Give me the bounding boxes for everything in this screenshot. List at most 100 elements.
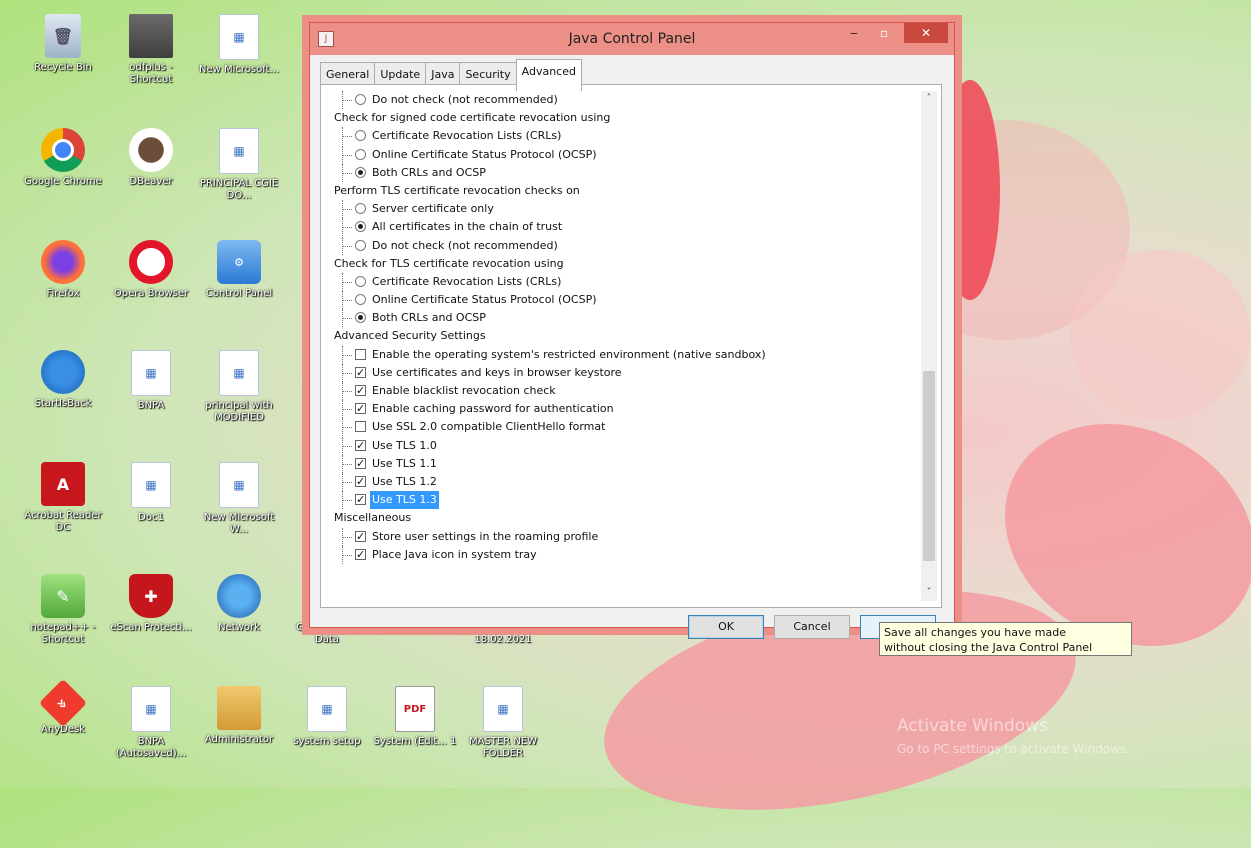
desktop-icon-label: DBeaver <box>129 176 173 187</box>
desktop-icon[interactable]: Network <box>196 574 282 634</box>
desktop-icon[interactable]: ▦ PRINCIPAL CGIE DO... <box>196 128 282 202</box>
desktop-icon[interactable]: ▦ system setup <box>284 686 370 748</box>
desktop-icon[interactable]: odfplus - Shortcut <box>108 14 194 86</box>
checkbox-option[interactable]: ✓ Use certificates and keys in browser ke… <box>332 363 912 382</box>
radio-button[interactable] <box>355 312 366 324</box>
desktop-icon[interactable]: DBeaver <box>108 128 194 188</box>
settings-group-header: Check for signed code certificate revoca… <box>334 111 611 125</box>
desktop-icon[interactable]: Firefox <box>20 240 106 300</box>
radio-option[interactable]: Do not check (not recommended) <box>332 91 912 109</box>
option-label: Enable blacklist revocation check <box>372 384 556 397</box>
desktop-icon-image: ⚙ <box>217 240 261 284</box>
checkbox-option[interactable]: Use SSL 2.0 compatible ClientHello forma… <box>332 418 912 437</box>
settings-tree[interactable]: Do not check (not recommended) Check for … <box>332 91 912 599</box>
title-bar[interactable]: J Java Control Panel ‒ ▫ ✕ <box>310 23 954 55</box>
desktop-icon[interactable]: Google Chrome <box>20 128 106 188</box>
option-label: Use TLS 1.0 <box>372 438 437 452</box>
checkbox-option[interactable]: Enable the operating system's restricted… <box>332 345 912 364</box>
checkbox[interactable]: ✓ <box>355 494 366 506</box>
checkbox[interactable]: ✓ <box>355 457 366 469</box>
checkbox-option[interactable]: ✓ Use TLS 1.0 <box>332 436 912 455</box>
scroll-up-icon[interactable]: ˄ <box>921 91 937 107</box>
checkbox[interactable]: ✓ <box>355 439 366 451</box>
desktop-icon[interactable]: ▦ MASTER NEW FOLDER <box>460 686 546 760</box>
vertical-scrollbar[interactable]: ˄ ˅ <box>921 91 937 601</box>
desktop-icon[interactable]: PDF System (Edit... 1 <box>372 686 458 748</box>
desktop-icon[interactable]: ▦ BNPA <box>108 350 194 412</box>
radio-button[interactable] <box>355 148 366 160</box>
checkbox-option[interactable]: ✓ Enable blacklist revocation check <box>332 382 912 400</box>
radio-option[interactable]: Both CRLs and OCSP <box>332 309 912 328</box>
desktop-icon[interactable]: A Acrobat Reader DC <box>20 462 106 534</box>
desktop-icon[interactable]: Administrator <box>196 686 282 746</box>
checkbox-option[interactable]: ✓ Use TLS 1.1 <box>332 454 912 473</box>
radio-option[interactable]: Do not check (not recommended) <box>332 236 912 255</box>
option-label: Certificate Revocation Lists (CRLs) <box>372 129 562 143</box>
tree-connector <box>342 500 352 502</box>
radio-button[interactable] <box>355 130 366 142</box>
radio-option[interactable]: Both CRLs and OCSP <box>332 163 912 182</box>
radio-option[interactable]: Online Certificate Status Protocol (OCSP… <box>332 145 912 164</box>
radio-button[interactable] <box>355 275 366 287</box>
radio-button[interactable] <box>355 294 366 306</box>
radio-option[interactable]: Certificate Revocation Lists (CRLs) <box>332 272 912 291</box>
radio-button[interactable] <box>355 203 366 215</box>
tab-advanced[interactable]: Advanced <box>515 59 582 91</box>
desktop-icon-image: ▦ <box>131 350 171 396</box>
cancel-button[interactable]: Cancel <box>774 615 850 639</box>
maximize-button[interactable]: ▫ <box>870 23 898 43</box>
desktop-icon-image: ▦ <box>219 14 259 60</box>
radio-option[interactable]: Online Certificate Status Protocol (OCSP… <box>332 291 912 310</box>
checkbox-option[interactable]: ✓ Use TLS 1.3 <box>332 491 912 510</box>
desktop-icon-image <box>129 240 173 284</box>
checkbox[interactable]: ✓ <box>355 548 366 560</box>
radio-option[interactable]: All certificates in the chain of trust <box>332 218 912 237</box>
checkbox[interactable]: ✓ <box>355 530 366 542</box>
desktop-icon-label: Acrobat Reader DC <box>24 510 102 533</box>
desktop-icon-label: odfplus - Shortcut <box>129 62 173 85</box>
checkbox-option[interactable]: ✓ Store user settings in the roaming prof… <box>332 527 912 546</box>
desktop-icon[interactable]: Opera Browser <box>108 240 194 300</box>
checkbox[interactable] <box>355 421 366 433</box>
checkbox[interactable]: ✓ <box>355 403 366 415</box>
radio-button[interactable] <box>355 221 366 233</box>
radio-option[interactable]: Server certificate only <box>332 200 912 219</box>
checkbox-option[interactable]: ✓ Use TLS 1.2 <box>332 472 912 491</box>
checkbox[interactable] <box>355 348 366 360</box>
desktop-icon[interactable]: ▦ New Microsoft W... <box>196 462 282 536</box>
ok-button[interactable]: OK <box>688 615 764 639</box>
checkbox[interactable]: ✓ <box>355 366 366 378</box>
scroll-down-icon[interactable]: ˅ <box>921 585 937 601</box>
desktop-icon-image: ✚ <box>129 574 173 618</box>
desktop-icon[interactable]: StartIsBack <box>20 350 106 410</box>
close-button[interactable]: ✕ <box>904 23 948 43</box>
desktop-icon[interactable]: ✚ eScan Protecti... <box>108 574 194 634</box>
radio-button[interactable] <box>355 94 366 105</box>
desktop-icon-label: BNPA (Autosaved)... <box>115 736 187 759</box>
desktop-icon-label: Doc1 <box>138 512 164 523</box>
option-label: Place Java icon in system tray <box>372 547 537 561</box>
minimize-button[interactable]: ‒ <box>840 23 868 43</box>
desktop-icon[interactable]: ▦ principal with MODIFIED <box>196 350 282 424</box>
desktop-icon-label: principal with MODIFIED <box>205 400 273 423</box>
tree-connector <box>342 391 352 392</box>
desktop-icon-image: ▦ <box>483 686 523 732</box>
desktop-icon[interactable]: ▦ Doc1 <box>108 462 194 524</box>
desktop-icon[interactable]: ▦ BNPA (Autosaved)... <box>108 686 194 760</box>
radio-option[interactable]: Certificate Revocation Lists (CRLs) <box>332 127 912 146</box>
desktop-icon[interactable]: ⚙ Control Panel <box>196 240 282 300</box>
desktop-icon-image: ▦ <box>219 350 259 396</box>
desktop-icon[interactable]: ▦ New Microsoft... <box>196 14 282 76</box>
radio-button[interactable] <box>355 166 366 178</box>
scroll-thumb[interactable] <box>923 371 935 561</box>
desktop-icon[interactable]: ✎ notepad++ - Shortcut <box>20 574 106 646</box>
desktop-icon[interactable]: » AnyDesk <box>20 678 106 736</box>
checkbox-option[interactable]: ✓ Enable caching password for authenticat… <box>332 400 912 419</box>
radio-button[interactable] <box>355 239 366 251</box>
checkbox[interactable]: ✓ <box>355 385 366 396</box>
tree-connector <box>342 300 352 302</box>
desktop-icon[interactable]: 🗑 Recycle Bin <box>20 14 106 74</box>
checkbox-option[interactable]: ✓ Place Java icon in system tray <box>332 545 912 564</box>
desktop-icon-label: Recycle Bin <box>34 62 92 73</box>
checkbox[interactable]: ✓ <box>355 475 366 487</box>
